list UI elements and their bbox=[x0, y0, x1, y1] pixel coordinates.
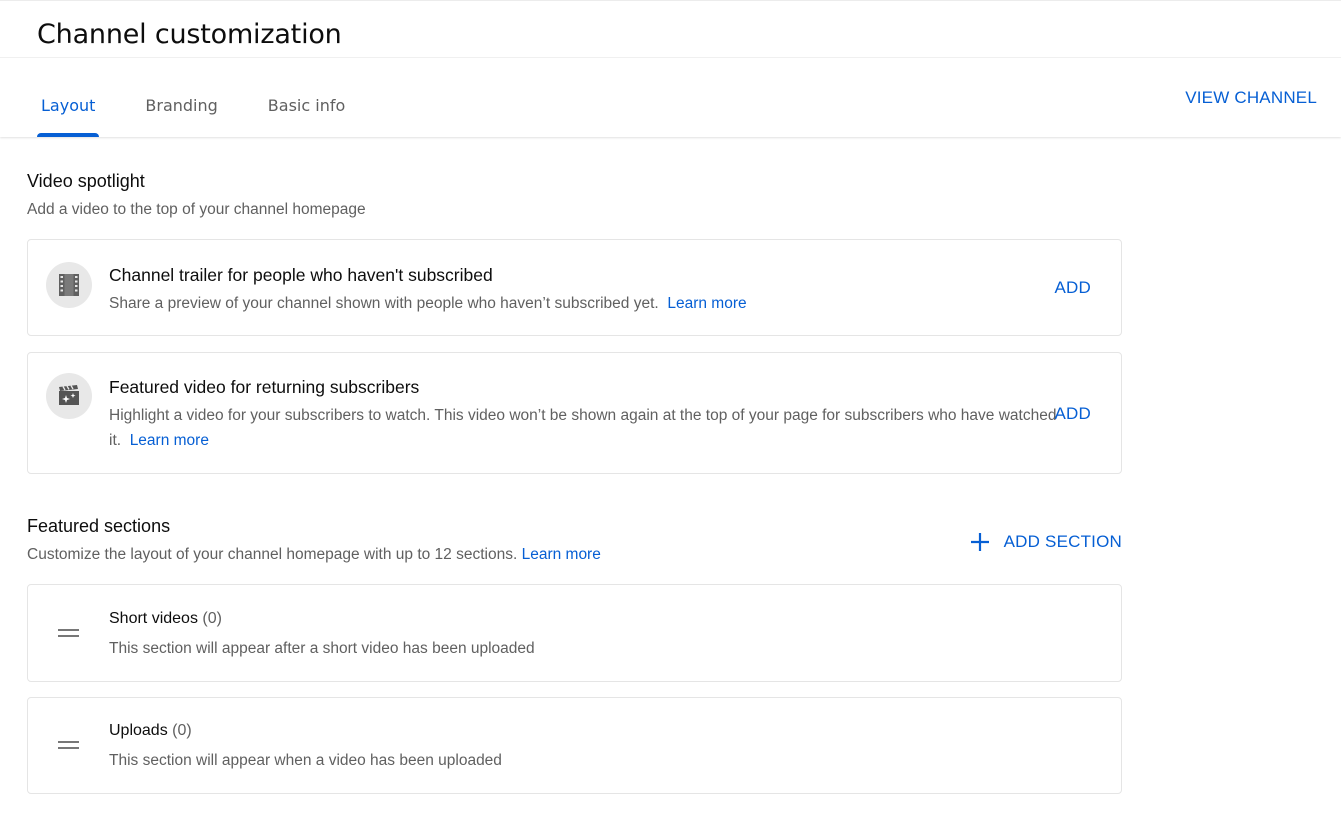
featured-sections-subtitle: Customize the layout of your channel hom… bbox=[27, 546, 601, 564]
featured-video-description-text: Highlight a video for your subscribers t… bbox=[109, 407, 1057, 449]
section-description: This section will appear after a short v… bbox=[109, 640, 535, 657]
page-header: Channel customization Layout Branding Ba… bbox=[0, 0, 1341, 137]
add-channel-trailer-button[interactable]: ADD bbox=[1055, 278, 1092, 298]
featured-video-card: Featured video for returning subscribers… bbox=[27, 352, 1122, 474]
plus-icon bbox=[970, 533, 989, 551]
featured-sections-subtitle-text: Customize the layout of your channel hom… bbox=[27, 546, 518, 563]
tab-branding[interactable]: Branding bbox=[141, 93, 221, 137]
add-section-label: ADD SECTION bbox=[1003, 532, 1122, 551]
section-name-text: Uploads bbox=[109, 722, 168, 739]
section-name: Uploads (0) bbox=[109, 722, 192, 740]
clapperboard-sparkle-icon bbox=[46, 373, 92, 419]
channel-trailer-description-text: Share a preview of your channel shown wi… bbox=[109, 295, 659, 312]
channel-trailer-learn-more-link[interactable]: Learn more bbox=[667, 295, 746, 312]
featured-video-learn-more-link[interactable]: Learn more bbox=[130, 432, 209, 449]
featured-sections-title: Featured sections bbox=[27, 516, 171, 536]
section-count: (0) bbox=[172, 722, 192, 739]
section-name: Short videos (0) bbox=[109, 610, 222, 628]
channel-trailer-description: Share a preview of your channel shown wi… bbox=[109, 291, 747, 316]
featured-video-description: Highlight a video for your subscribers t… bbox=[109, 403, 1059, 453]
tab-layout[interactable]: Layout bbox=[37, 93, 100, 137]
title-divider bbox=[0, 57, 1341, 58]
section-row: Short videos (0) This section will appea… bbox=[27, 584, 1122, 682]
page-title: Channel customization bbox=[37, 19, 342, 50]
tab-basic-info[interactable]: Basic info bbox=[264, 93, 349, 137]
add-section-button[interactable]: ADD SECTION bbox=[970, 532, 1122, 552]
video-spotlight-title: Video spotlight bbox=[27, 171, 145, 191]
tab-bar: Layout Branding Basic info bbox=[37, 93, 391, 137]
section-count: (0) bbox=[202, 610, 222, 627]
drag-handle-icon[interactable] bbox=[58, 629, 79, 639]
featured-sections-header: Featured sections Customize the layout o… bbox=[27, 516, 601, 564]
drag-handle-icon[interactable] bbox=[58, 741, 79, 751]
section-name-text: Short videos bbox=[109, 610, 198, 627]
add-featured-video-button[interactable]: ADD bbox=[1055, 404, 1092, 424]
video-spotlight-header: Video spotlight Add a video to the top o… bbox=[27, 171, 366, 219]
section-description: This section will appear when a video ha… bbox=[109, 752, 502, 769]
film-strip-icon bbox=[46, 262, 92, 308]
view-channel-button[interactable]: VIEW CHANNEL bbox=[1185, 88, 1317, 108]
section-row: Uploads (0) This section will appear whe… bbox=[27, 697, 1122, 794]
video-spotlight-subtitle: Add a video to the top of your channel h… bbox=[27, 201, 366, 218]
featured-sections-learn-more-link[interactable]: Learn more bbox=[522, 546, 601, 563]
channel-trailer-card: Channel trailer for people who haven't s… bbox=[27, 239, 1122, 336]
channel-trailer-title: Channel trailer for people who haven't s… bbox=[109, 265, 493, 285]
featured-video-title: Featured video for returning subscribers bbox=[109, 377, 420, 397]
